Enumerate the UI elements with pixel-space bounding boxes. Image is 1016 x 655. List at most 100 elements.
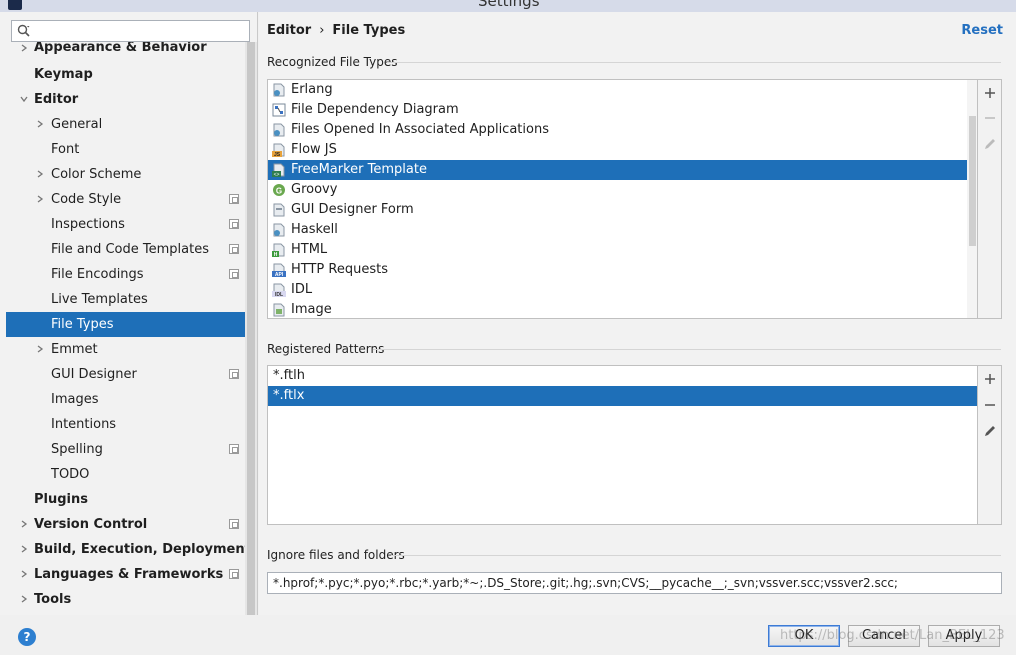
sidebar-item-keymap[interactable]: Keymap [6,62,257,87]
pattern-row[interactable]: *.ftlh [268,366,977,386]
add-file-type-button[interactable] [982,85,998,101]
project-scope-icon [229,569,239,579]
file-type-row[interactable]: Image [268,300,977,318]
sidebar-item-label: Inspections [51,217,125,232]
ignore-files-title: Ignore files and folders [267,548,405,562]
sidebar-item-images[interactable]: Images [6,387,257,412]
file-type-row[interactable]: JS Flow JS [268,140,977,160]
sidebar-item-plugins[interactable]: Plugins [6,487,257,512]
file-type-row[interactable]: H HTML [268,240,977,260]
file-types-scrollbar-thumb[interactable] [969,116,976,246]
sidebar-item-intentions[interactable]: Intentions [6,412,257,437]
sidebar-item-label: Font [51,142,80,157]
sidebar-item-label: Build, Execution, Deployment [34,542,251,557]
ok-button[interactable]: OK [768,625,840,647]
sidebar-item-label: Plugins [34,492,88,507]
edit-pattern-button[interactable] [982,423,998,439]
file-type-label: Haskell [291,222,338,237]
sidebar-item-build-execution-deployment[interactable]: Build, Execution, Deployment [6,537,257,562]
chevron-right-icon[interactable] [20,570,28,578]
sidebar-item-languages-frameworks[interactable]: Languages & Frameworks [6,562,257,587]
settings-search-input[interactable] [38,22,246,40]
sidebar-scrollbar-thumb[interactable] [247,42,255,615]
sidebar-item-inspections[interactable]: Inspections [6,212,257,237]
sidebar-item-color-scheme[interactable]: Color Scheme [6,162,257,187]
chevron-right-icon[interactable] [20,545,28,553]
sidebar-item-general[interactable]: General [6,112,257,137]
project-scope-icon [229,519,239,529]
app-icon [8,0,22,10]
file-type-row[interactable]: Files Opened In Associated Applications [268,120,977,140]
remove-pattern-button[interactable] [982,397,998,413]
sidebar-item-emmet[interactable]: Emmet [6,337,257,362]
recognized-file-types-list[interactable]: Erlang File Dependency Diagram Files Opene… [267,79,978,319]
chevron-right-icon[interactable] [20,520,28,528]
edit-file-type-button[interactable] [982,136,998,152]
sidebar-item-label: General [51,117,103,132]
chevron-right-icon[interactable] [36,195,44,203]
divider [387,62,1001,63]
sidebar-item-todo[interactable]: TODO [6,462,257,487]
settings-search-box[interactable] [11,20,250,42]
sidebar-item-label: TODO [51,467,90,482]
window-title: Settings [478,0,540,10]
breadcrumb: Editor › File Types [267,23,405,38]
remove-file-type-button[interactable] [982,110,998,126]
sidebar-item-font[interactable]: Font [6,137,257,162]
sidebar-item-label: Tools [34,592,72,607]
chevron-right-icon[interactable] [20,595,28,603]
file-type-row[interactable]: IDL IDL [268,280,977,300]
sidebar-scrollbar[interactable] [245,42,257,615]
sidebar-item-label: File Types [51,317,114,332]
pattern-row[interactable]: *.ftlx [268,386,977,406]
file-type-row[interactable]: File Dependency Diagram [268,100,977,120]
chevron-right-icon[interactable] [20,44,28,52]
dialog-button-bar: ? OK Cancel Apply https://blog.csdn.net/… [0,615,1016,655]
sidebar-item-code-style[interactable]: Code Style [6,187,257,212]
file-types-scrollbar[interactable] [967,80,977,318]
settings-tree: Appearance & Behavior Keymap Editor General… [6,42,257,612]
window-title-bar: Settings [0,0,1016,12]
sidebar-item-spelling[interactable]: Spelling [6,437,257,462]
file-type-row[interactable]: API HTTP Requests [268,260,977,280]
apply-button[interactable]: Apply [928,625,1000,647]
file-types-toolbar [978,79,1002,319]
sidebar-item-file-and-code-templates[interactable]: File and Code Templates [6,237,257,262]
sidebar-item-file-encodings[interactable]: File Encodings [6,262,257,287]
sidebar-item-gui-designer[interactable]: GUI Designer [6,362,257,387]
project-scope-icon [229,219,239,229]
chevron-right-icon[interactable] [36,120,44,128]
sidebar-item-label: Appearance & Behavior [34,42,207,55]
patterns-toolbar [978,365,1002,525]
sidebar-item-tools[interactable]: Tools [6,587,257,612]
sidebar-item-appearance-behavior[interactable]: Appearance & Behavior [6,42,257,62]
chevron-down-icon[interactable] [20,95,28,103]
cancel-button[interactable]: Cancel [848,625,920,647]
file-type-row[interactable]: Erlang [268,80,977,100]
registered-patterns-list[interactable]: *.ftlh *.ftlx [267,365,978,525]
erlang-file-icon [273,83,285,97]
sidebar-item-label: Color Scheme [51,167,142,182]
chevron-right-icon[interactable] [36,345,44,353]
help-button[interactable]: ? [18,628,36,646]
search-icon [17,24,30,37]
reset-link[interactable]: Reset [961,23,1003,38]
sidebar-item-editor[interactable]: Editor [6,87,257,112]
file-type-row[interactable]: GUI Designer Form [268,200,977,220]
svg-text:G: G [276,187,282,196]
ignore-files-input[interactable]: *.hprof;*.pyc;*.pyo;*.rbc;*.yarb;*~;.DS_… [267,572,1002,594]
file-type-label: Files Opened In Associated Applications [291,122,549,137]
file-type-row[interactable]: G Groovy [268,180,977,200]
sidebar-item-label: Emmet [51,342,98,357]
chevron-right-icon[interactable] [36,170,44,178]
file-types-rows: Erlang File Dependency Diagram Files Opene… [268,80,977,318]
sidebar-item-version-control[interactable]: Version Control [6,512,257,537]
add-pattern-button[interactable] [982,371,998,387]
freemarker-file-icon: <> [272,163,285,177]
sidebar-item-live-templates[interactable]: Live Templates [6,287,257,312]
sidebar-item-label: Spelling [51,442,103,457]
file-type-row[interactable]: Haskell [268,220,977,240]
svg-text:JS: JS [274,152,281,157]
sidebar-item-file-types[interactable]: File Types [6,312,257,337]
file-type-row[interactable]: <> FreeMarker Template [268,160,977,180]
